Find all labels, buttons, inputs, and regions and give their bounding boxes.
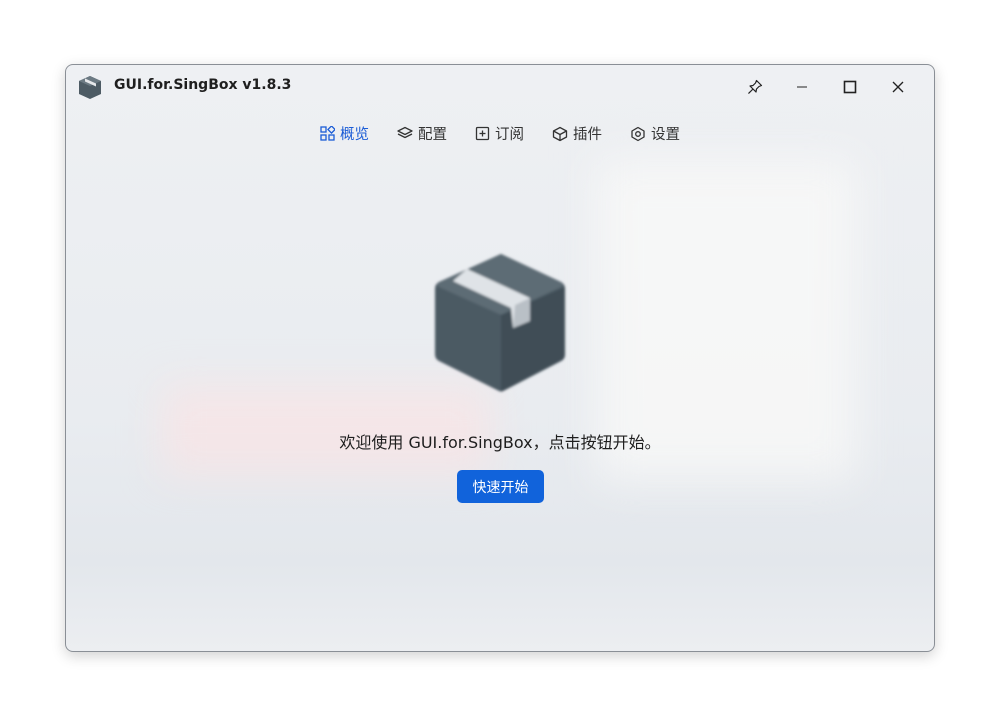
pin-button[interactable] — [735, 71, 775, 103]
nav-item-subscriptions[interactable]: 订阅 — [475, 123, 524, 144]
add-square-icon — [475, 126, 490, 141]
nav-item-profiles[interactable]: 配置 — [397, 123, 447, 144]
maximize-icon — [843, 80, 857, 94]
close-icon — [892, 81, 904, 93]
minimize-icon — [797, 86, 807, 88]
title-bar[interactable]: GUI.for.SingBox v1.8.3 — [66, 65, 934, 109]
nav-item-label: 配置 — [418, 127, 447, 143]
welcome-message: 欢迎使用 GUI.for.SingBox，点击按钮开始。 — [339, 433, 661, 452]
app-title: GUI.for.SingBox v1.8.3 — [114, 77, 292, 93]
nav-item-label: 设置 — [651, 127, 680, 143]
nav-item-plugins[interactable]: 插件 — [552, 123, 602, 144]
overview-grid-icon — [320, 126, 335, 141]
main-nav: 概览 配置 订阅 插件 设置 — [66, 123, 934, 144]
nav-item-label: 概览 — [340, 127, 369, 143]
layers-icon — [397, 126, 413, 139]
app-logo-icon — [79, 76, 101, 99]
settings-hex-icon — [631, 126, 645, 141]
minimize-button[interactable] — [782, 71, 822, 103]
app-window: GUI.for.SingBox v1.8.3 概览 配置 订阅 插件 设置 欢迎… — [65, 64, 935, 652]
quick-start-button[interactable]: 快速开始 — [457, 470, 544, 503]
nav-item-label: 插件 — [573, 127, 602, 143]
nav-item-overview[interactable]: 概览 — [320, 123, 369, 144]
package-box-icon — [435, 254, 565, 392]
maximize-button[interactable] — [830, 71, 870, 103]
nav-item-label: 订阅 — [495, 127, 524, 143]
close-button[interactable] — [878, 71, 918, 103]
cube-icon — [552, 126, 568, 141]
pin-icon — [748, 79, 763, 94]
nav-item-settings[interactable]: 设置 — [630, 123, 680, 144]
